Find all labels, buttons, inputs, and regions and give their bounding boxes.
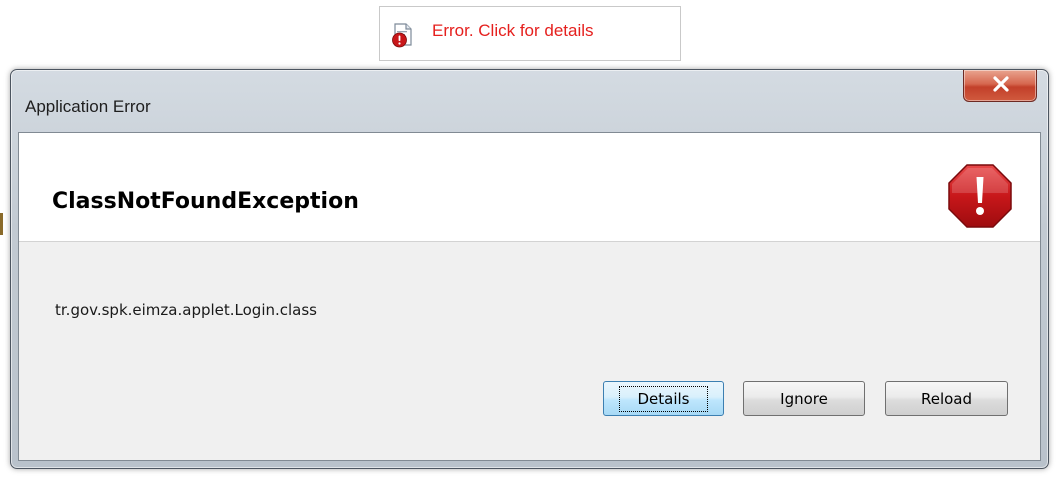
ignore-button-label: Ignore bbox=[780, 389, 828, 408]
ignore-button[interactable]: Ignore bbox=[743, 381, 865, 416]
applet-error-text[interactable]: Error. Click for details bbox=[432, 21, 594, 41]
document-error-icon bbox=[392, 23, 412, 48]
background-strip bbox=[0, 213, 3, 235]
dialog-header-panel: ClassNotFoundException bbox=[19, 133, 1040, 242]
window-title: Application Error bbox=[25, 97, 151, 116]
error-message: tr.gov.spk.eimza.applet.Login.class bbox=[55, 301, 318, 319]
applet-error-banner[interactable]: Error. Click for details bbox=[379, 6, 681, 61]
stop-error-icon bbox=[948, 164, 1012, 228]
reload-button-label: Reload bbox=[920, 389, 973, 408]
details-button-label: Details bbox=[619, 385, 708, 412]
reload-button[interactable]: Reload bbox=[885, 381, 1008, 416]
close-icon bbox=[993, 76, 1009, 92]
application-error-dialog: Application Error ClassNotFoundException bbox=[10, 69, 1049, 469]
details-button[interactable]: Details bbox=[603, 381, 724, 416]
close-button[interactable] bbox=[963, 70, 1037, 102]
dialog-client-area: ClassNotFoundException tr.gov.spk.eimza.… bbox=[18, 132, 1041, 461]
exception-title: ClassNotFoundException bbox=[52, 189, 359, 214]
